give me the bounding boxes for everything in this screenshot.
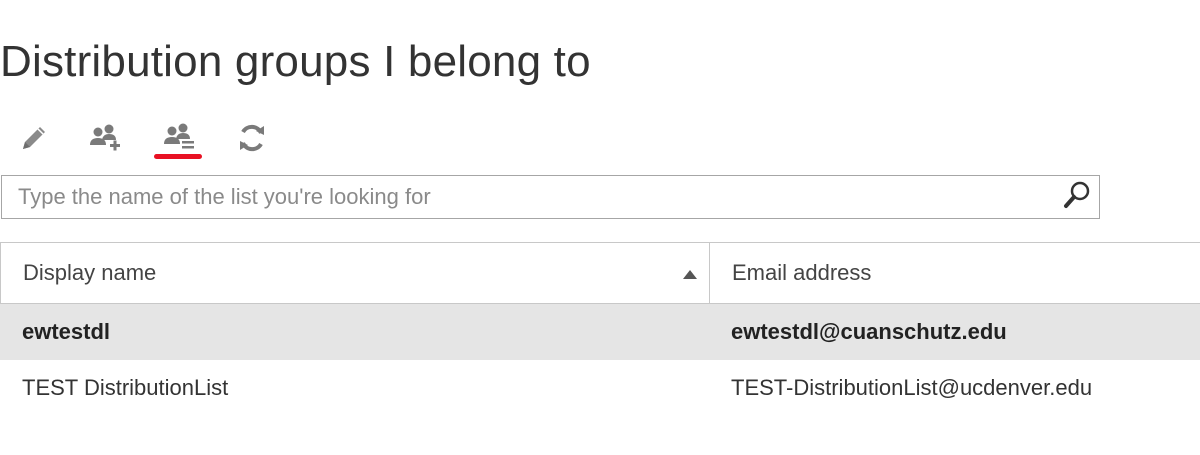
join-group-button[interactable] xyxy=(86,118,126,158)
search-input[interactable] xyxy=(2,176,1052,218)
column-header-display-name[interactable]: Display name xyxy=(1,243,710,303)
groups-table: Display name Email address ewtestdl ewte… xyxy=(0,242,1200,416)
search-button[interactable] xyxy=(1055,176,1099,218)
email-cell: ewtestdl@cuanschutz.edu xyxy=(731,319,1007,344)
display-name-cell: TEST DistributionList xyxy=(22,375,229,400)
display-name-cell: ewtestdl xyxy=(22,319,111,344)
leave-group-button[interactable] xyxy=(160,118,200,158)
distribution-groups-page: Distribution groups I belong to Type the… xyxy=(0,0,1200,455)
table-row[interactable]: TEST DistributionList TEST-DistributionL… xyxy=(0,360,1200,416)
column-header-label: Email address xyxy=(732,260,872,285)
refresh-icon xyxy=(234,120,270,156)
add-group-icon xyxy=(87,120,125,156)
column-header-label: Display name xyxy=(23,260,157,285)
edit-button[interactable] xyxy=(14,118,54,158)
email-cell: TEST-DistributionList@ucdenver.edu xyxy=(731,375,1093,400)
table-header: Display name Email address xyxy=(0,242,1200,304)
group-list-icon xyxy=(161,120,199,156)
search-box xyxy=(1,175,1100,219)
table-row[interactable]: ewtestdl ewtestdl@cuanschutz.edu xyxy=(0,304,1200,360)
pencil-icon xyxy=(16,120,52,156)
sort-ascending-icon xyxy=(683,270,697,279)
page-title: Distribution groups I belong to xyxy=(0,37,591,87)
search-icon xyxy=(1061,179,1093,216)
active-tool-indicator xyxy=(154,154,202,159)
refresh-button[interactable] xyxy=(232,118,272,158)
column-header-email-address[interactable]: Email address xyxy=(710,243,1200,303)
